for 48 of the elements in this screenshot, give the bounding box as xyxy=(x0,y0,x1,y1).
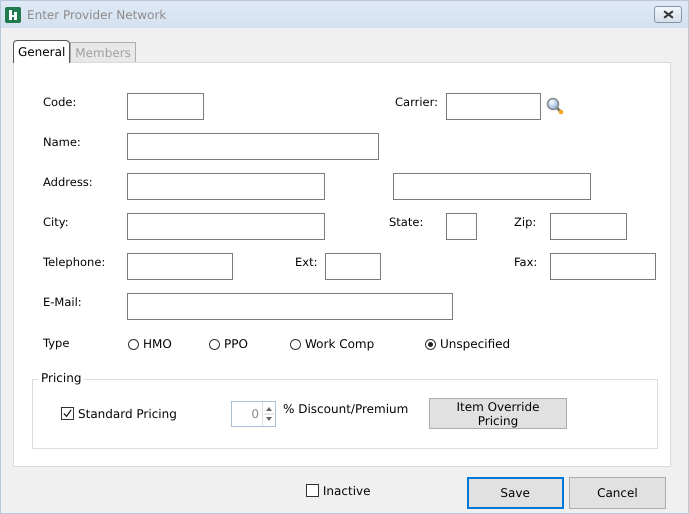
radio-label: Unspecified xyxy=(440,337,510,351)
tab[interactable]: General xyxy=(13,40,70,63)
input-field[interactable] xyxy=(393,173,591,200)
input-field[interactable] xyxy=(127,293,453,320)
input-field[interactable] xyxy=(446,93,541,120)
field-label: Name: xyxy=(43,134,82,149)
number-spinner[interactable]: 0 xyxy=(231,401,276,427)
input-field[interactable] xyxy=(550,213,627,240)
field-label: E-Mail: xyxy=(43,294,83,309)
close-button[interactable] xyxy=(654,6,682,23)
group-label: Pricing xyxy=(38,371,84,385)
radio-label: HMO xyxy=(143,337,172,351)
window-title: Enter Provider Network xyxy=(27,8,168,22)
input-field[interactable] xyxy=(127,213,325,240)
field-label: Carrier: xyxy=(395,94,440,109)
cancel-button[interactable]: Cancel xyxy=(568,477,666,509)
save-button[interactable]: Save xyxy=(466,477,564,509)
field-label: State: xyxy=(389,214,424,229)
radio-button[interactable] xyxy=(128,338,139,350)
close-icon xyxy=(662,10,674,19)
override-pricing-button[interactable]: Item Override Pricing xyxy=(429,398,567,429)
input-field[interactable] xyxy=(550,253,656,280)
field-label: Type xyxy=(43,335,70,350)
radio-button[interactable] xyxy=(425,338,436,350)
search-icon[interactable] xyxy=(546,97,564,115)
checkbox-label: Standard Pricing xyxy=(78,406,178,420)
app-logo-icon xyxy=(5,6,21,22)
input-field[interactable] xyxy=(127,133,379,160)
field-label: Ext: xyxy=(295,254,318,269)
field-label: Zip: xyxy=(514,214,538,229)
input-field[interactable] xyxy=(446,213,477,240)
input-field[interactable] xyxy=(127,253,233,280)
field-label: % Discount/Premium xyxy=(283,402,410,416)
radio-button[interactable] xyxy=(209,338,220,350)
field-label: City: xyxy=(43,214,70,229)
radio-button[interactable] xyxy=(290,338,301,350)
field-label: Address: xyxy=(43,174,94,189)
field-label: Telephone: xyxy=(43,254,106,269)
checkbox-label: Inactive xyxy=(322,484,372,498)
radio-label: PPO xyxy=(224,337,248,351)
input-field[interactable] xyxy=(127,173,325,200)
field-label: Code: xyxy=(43,94,78,109)
input-field[interactable] xyxy=(325,253,381,280)
radio-label: Work Comp xyxy=(305,337,374,351)
checkbox[interactable] xyxy=(306,484,319,497)
input-field[interactable] xyxy=(127,93,204,120)
field-label: Fax: xyxy=(514,254,538,269)
checkbox[interactable] xyxy=(61,407,74,420)
